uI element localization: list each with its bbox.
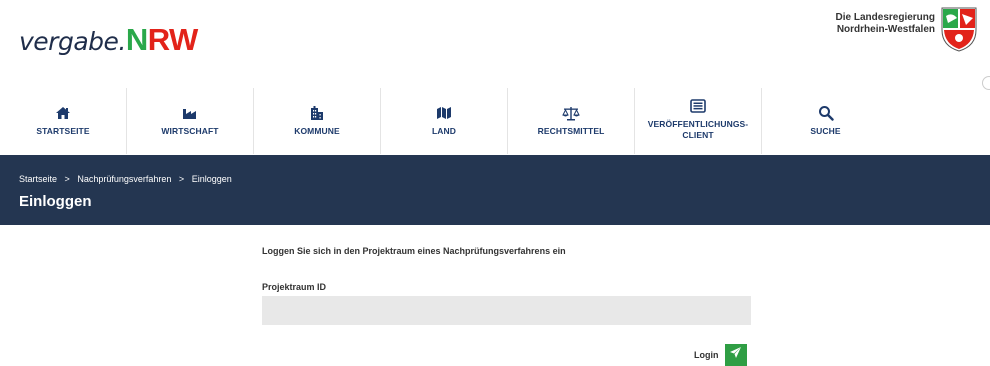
nav-item-veroeffentlichungs-client[interactable]: VERÖFFENTLICHUNGS- CLIENT [635, 88, 762, 154]
nav-item-kommune[interactable]: KOMMUNE [254, 88, 381, 154]
breadcrumb-separator: > [64, 174, 70, 184]
breadcrumb-separator: > [178, 174, 185, 184]
newspaper-icon [689, 98, 707, 114]
nav-label: WIRTSCHAFT [161, 126, 219, 136]
building-icon [308, 105, 326, 121]
projektraum-id-label: Projektraum ID [262, 282, 327, 292]
nav-label: KOMMUNE [294, 126, 340, 136]
nav-label: RECHTSMITTEL [537, 126, 605, 136]
nav-label: LAND [431, 126, 456, 136]
login-intro-text: Loggen Sie sich in den Projektraum eines… [262, 246, 566, 256]
projektraum-id-input[interactable] [262, 296, 751, 325]
logo-text-rw: RW [147, 22, 199, 57]
scale-icon [562, 105, 580, 121]
nav-label: STARTSEITE [36, 126, 90, 136]
page-title: Einloggen [19, 193, 92, 210]
vergabe-nrw-logo[interactable]: vergabe.NRW [19, 22, 198, 58]
login-form: Loggen Sie sich in den Projektraum eines… [0, 225, 990, 366]
government-label-line2: Nordrhein-Westfalen [836, 24, 935, 35]
breadcrumb-current: Einloggen [191, 174, 232, 184]
nrw-crest-icon[interactable] [940, 6, 978, 52]
nav-label-line2: CLIENT [682, 130, 714, 140]
nav-label-line1: VERÖFFENTLICHUNGS- [647, 119, 749, 129]
nav-item-startseite[interactable]: STARTSEITE [0, 88, 127, 154]
send-arrow-icon [729, 346, 742, 364]
nav-item-suche[interactable]: SUCHE [762, 88, 889, 154]
nav-item-land[interactable]: LAND [381, 88, 508, 154]
search-icon [817, 105, 835, 121]
map-icon [435, 105, 453, 121]
nav-label: VERÖFFENTLICHUNGS- CLIENT [648, 119, 749, 141]
nav-label: SUCHE [810, 126, 841, 136]
nav-item-wirtschaft[interactable]: WIRTSCHAFT [127, 88, 254, 154]
logo-text-n: N [125, 22, 148, 57]
breadcrumb: Startseite > Nachprüfungsverfahren > Ein… [19, 174, 232, 184]
header: vergabe.NRW Die Landesregierung Nordrhei… [0, 0, 990, 90]
main-navigation: STARTSEITE WIRTSCHAFT KOMMUNE LAND RECHT… [0, 88, 990, 154]
government-label: Die Landesregierung Nordrhein-Westfalen [836, 12, 935, 36]
home-icon [54, 105, 72, 121]
page-header-banner: Startseite > Nachprüfungsverfahren > Ein… [0, 155, 990, 225]
breadcrumb-link-startseite[interactable]: Startseite [19, 174, 57, 184]
logo-text-vergabe: vergabe. [19, 27, 126, 56]
government-label-line1: Die Landesregierung [835, 12, 935, 23]
login-label[interactable]: Login [694, 350, 719, 360]
factory-icon [181, 105, 199, 121]
breadcrumb-link-nachpruefungsverfahren[interactable]: Nachprüfungsverfahren [77, 174, 171, 184]
nav-item-rechtsmittel[interactable]: RECHTSMITTEL [508, 88, 635, 154]
